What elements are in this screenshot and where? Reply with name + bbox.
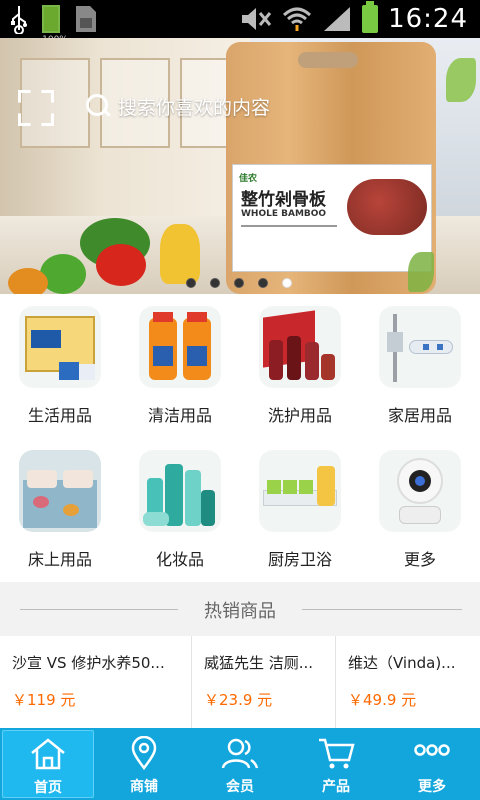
nav-label: 更多	[418, 779, 446, 795]
tissue-pack-icon	[19, 306, 101, 388]
nav-more[interactable]: 更多	[384, 728, 480, 800]
product-english: WHOLE BAMBOO	[241, 209, 327, 219]
product-title: 整竹剁骨板	[241, 190, 326, 210]
category-label: 更多	[403, 550, 436, 569]
product-brand: 佳农	[239, 174, 258, 184]
mute-icon	[242, 8, 272, 30]
bedding-icon	[19, 450, 101, 532]
product-price: ￥119 元	[12, 691, 76, 709]
members-icon	[221, 738, 259, 769]
bottom-navigation: 首页 商铺 会员 产品 更多	[0, 728, 480, 800]
category-bedding[interactable]: 床上用品	[0, 438, 120, 582]
product-price: ￥23.9 元	[204, 691, 273, 709]
home-icon	[31, 738, 65, 770]
category-label: 洗护用品	[267, 406, 332, 425]
location-pin-icon	[131, 736, 157, 770]
category-kitchen-bath[interactable]: 厨房卫浴	[240, 438, 360, 582]
sd-card-icon	[76, 6, 96, 32]
category-label: 生活用品	[27, 406, 92, 425]
search-input[interactable]: 搜索你喜欢的内容	[118, 93, 270, 120]
nav-products[interactable]: 产品	[288, 728, 384, 800]
hot-products-header: 热销商品	[0, 582, 480, 636]
category-grid: 生活用品 清洁用品 洗护用品 家居用品 床上用品 化妆品 厨房卫浴 更多	[0, 294, 480, 582]
product-price: ￥49.9 元	[348, 691, 417, 709]
nav-label: 首页	[34, 780, 62, 796]
category-more[interactable]: 更多	[360, 438, 480, 582]
cosmetics-icon	[139, 450, 221, 532]
nav-shops[interactable]: 商铺	[96, 728, 192, 800]
more-dots-icon	[414, 744, 450, 756]
nav-label: 商铺	[130, 779, 158, 795]
category-personal-care[interactable]: 洗护用品	[240, 294, 360, 438]
mop-rack-icon	[379, 306, 461, 388]
carousel-dot[interactable]	[186, 278, 196, 288]
category-daily-goods[interactable]: 生活用品	[0, 294, 120, 438]
cart-icon	[319, 738, 355, 769]
carousel-dot[interactable]	[210, 278, 220, 288]
category-cosmetics[interactable]: 化妆品	[120, 438, 240, 582]
nav-home[interactable]: 首页	[2, 730, 94, 798]
category-label: 厨房卫浴	[267, 550, 332, 569]
category-label: 床上用品	[27, 550, 92, 569]
product-card[interactable]: 威猛先生 洁厕... ￥23.9 元	[192, 636, 336, 728]
search-bar[interactable]: 搜索你喜欢的内容	[10, 82, 350, 130]
signal-icon	[324, 7, 351, 31]
category-cleaning[interactable]: 清洁用品	[120, 294, 240, 438]
cleaner-bottles-icon	[139, 306, 221, 388]
product-name: 威猛先生 洁厕...	[204, 654, 314, 672]
search-icon	[84, 92, 112, 120]
clock: 16:24	[388, 4, 468, 34]
camera-icon	[379, 450, 461, 532]
battery-full-icon: 100%	[42, 5, 68, 45]
product-name: 维达（Vinda)...	[348, 654, 456, 672]
nav-label: 会员	[226, 779, 254, 795]
wifi-icon	[283, 7, 312, 31]
nav-members[interactable]: 会员	[192, 728, 288, 800]
category-label: 家居用品	[387, 406, 452, 425]
scan-icon[interactable]	[16, 88, 52, 124]
hot-products-list: 沙宣 VS 修护水养50... ￥119 元 威猛先生 洁厕... ￥23.9 …	[0, 636, 480, 728]
divider	[302, 609, 462, 610]
carousel-indicator	[186, 278, 292, 288]
status-bar: 100% 16:24	[0, 0, 480, 45]
section-title: 热销商品	[204, 601, 276, 622]
product-card[interactable]: 沙宣 VS 修护水养50... ￥119 元	[0, 636, 192, 728]
category-label: 化妆品	[155, 550, 204, 569]
product-name: 沙宣 VS 修护水养50...	[12, 654, 165, 672]
spice-jars-icon	[259, 450, 341, 532]
carousel-dot[interactable]	[234, 278, 244, 288]
carousel-dot[interactable]	[258, 278, 268, 288]
battery-icon	[362, 1, 379, 33]
haircare-set-icon	[259, 306, 341, 388]
product-card[interactable]: 维达（Vinda)... ￥49.9 元	[336, 636, 480, 728]
product-label: 佳农 整竹剁骨板 WHOLE BAMBOO	[232, 164, 432, 272]
carousel-dot-active[interactable]	[282, 278, 292, 288]
category-home[interactable]: 家居用品	[360, 294, 480, 438]
category-label: 清洁用品	[147, 406, 212, 425]
nav-label: 产品	[322, 779, 350, 795]
promo-banner[interactable]: 佳农 整竹剁骨板 WHOLE BAMBOO 搜索你喜欢的内容	[0, 38, 480, 294]
usb-icon	[11, 6, 27, 34]
